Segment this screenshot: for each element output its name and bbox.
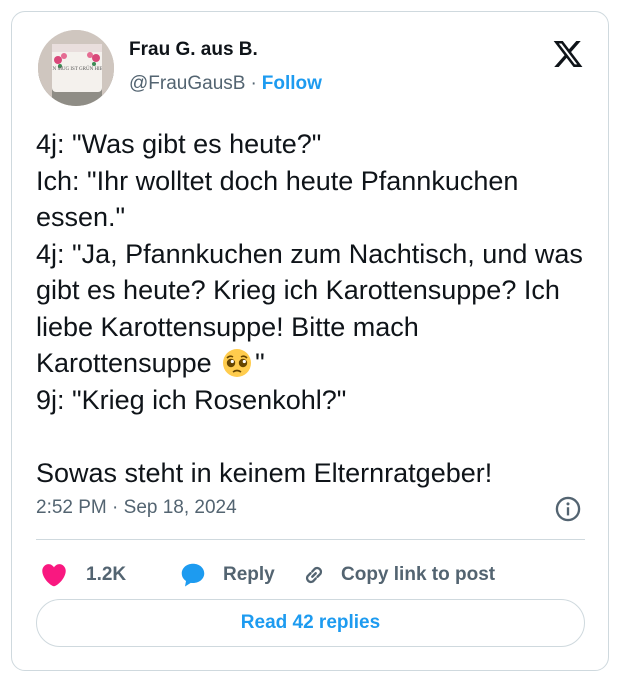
link-icon (305, 566, 323, 584)
author-handle-row: @FrauGausB · Follow (129, 73, 322, 95)
x-logo-icon[interactable] (552, 38, 584, 70)
tweet-text: 4j: "Was gibt es heute?" Ich: "Ihr wollt… (36, 126, 596, 491)
copy-link-label: Copy link to post (341, 564, 496, 585)
speech-bubble-icon (181, 563, 205, 587)
copy-link-button[interactable]: Copy link to post (300, 558, 495, 592)
separator-dot: · (250, 73, 257, 94)
tweet-line: 9j: "Krieg ich Rosenkohl?" (36, 384, 347, 415)
author-handle[interactable]: @FrauGausB (129, 73, 245, 94)
info-icon[interactable] (554, 495, 582, 523)
tweet-line: Sowas steht in keinem Elternratgeber! (36, 457, 493, 488)
divider (36, 539, 585, 540)
tweet-line: 4j: "Ja, Pfannkuchen zum Nachtisch, und … (36, 238, 591, 379)
tweet-line: Ich: "Ihr wolltet doch heute Pfannkuchen… (36, 165, 526, 233)
like-count: 1.2K (86, 564, 127, 585)
reply-label: Reply (223, 564, 275, 585)
read-replies-label: Read 42 replies (240, 612, 381, 633)
avatar[interactable]: EIN MUG IST GRÜN HIER (38, 30, 114, 106)
tweet-line: " (255, 348, 265, 378)
avatar-mug-text: EIN MUG IST GRÜN HIER (48, 66, 107, 72)
read-replies-button[interactable]: Read 42 replies (36, 599, 585, 647)
heart-icon (42, 564, 66, 587)
reply-button[interactable]: Reply (178, 558, 275, 592)
avatar-image: EIN MUG IST GRÜN HIER (38, 30, 114, 106)
follow-button[interactable]: Follow (262, 73, 322, 94)
pleading-face-icon (223, 349, 252, 377)
author-display-name[interactable]: Frau G. aus B. (129, 39, 258, 61)
action-bar: 1.2K Reply Copy link to post (36, 558, 596, 592)
like-button[interactable]: 1.2K (40, 558, 126, 592)
tweet-timestamp[interactable]: 2:52 PM · Sep 18, 2024 (36, 497, 237, 519)
tweet-line: 4j: "Was gibt es heute?" (36, 129, 322, 159)
tweet-card: EIN MUG IST GRÜN HIER Frau G. aus B. @Fr… (11, 11, 609, 671)
